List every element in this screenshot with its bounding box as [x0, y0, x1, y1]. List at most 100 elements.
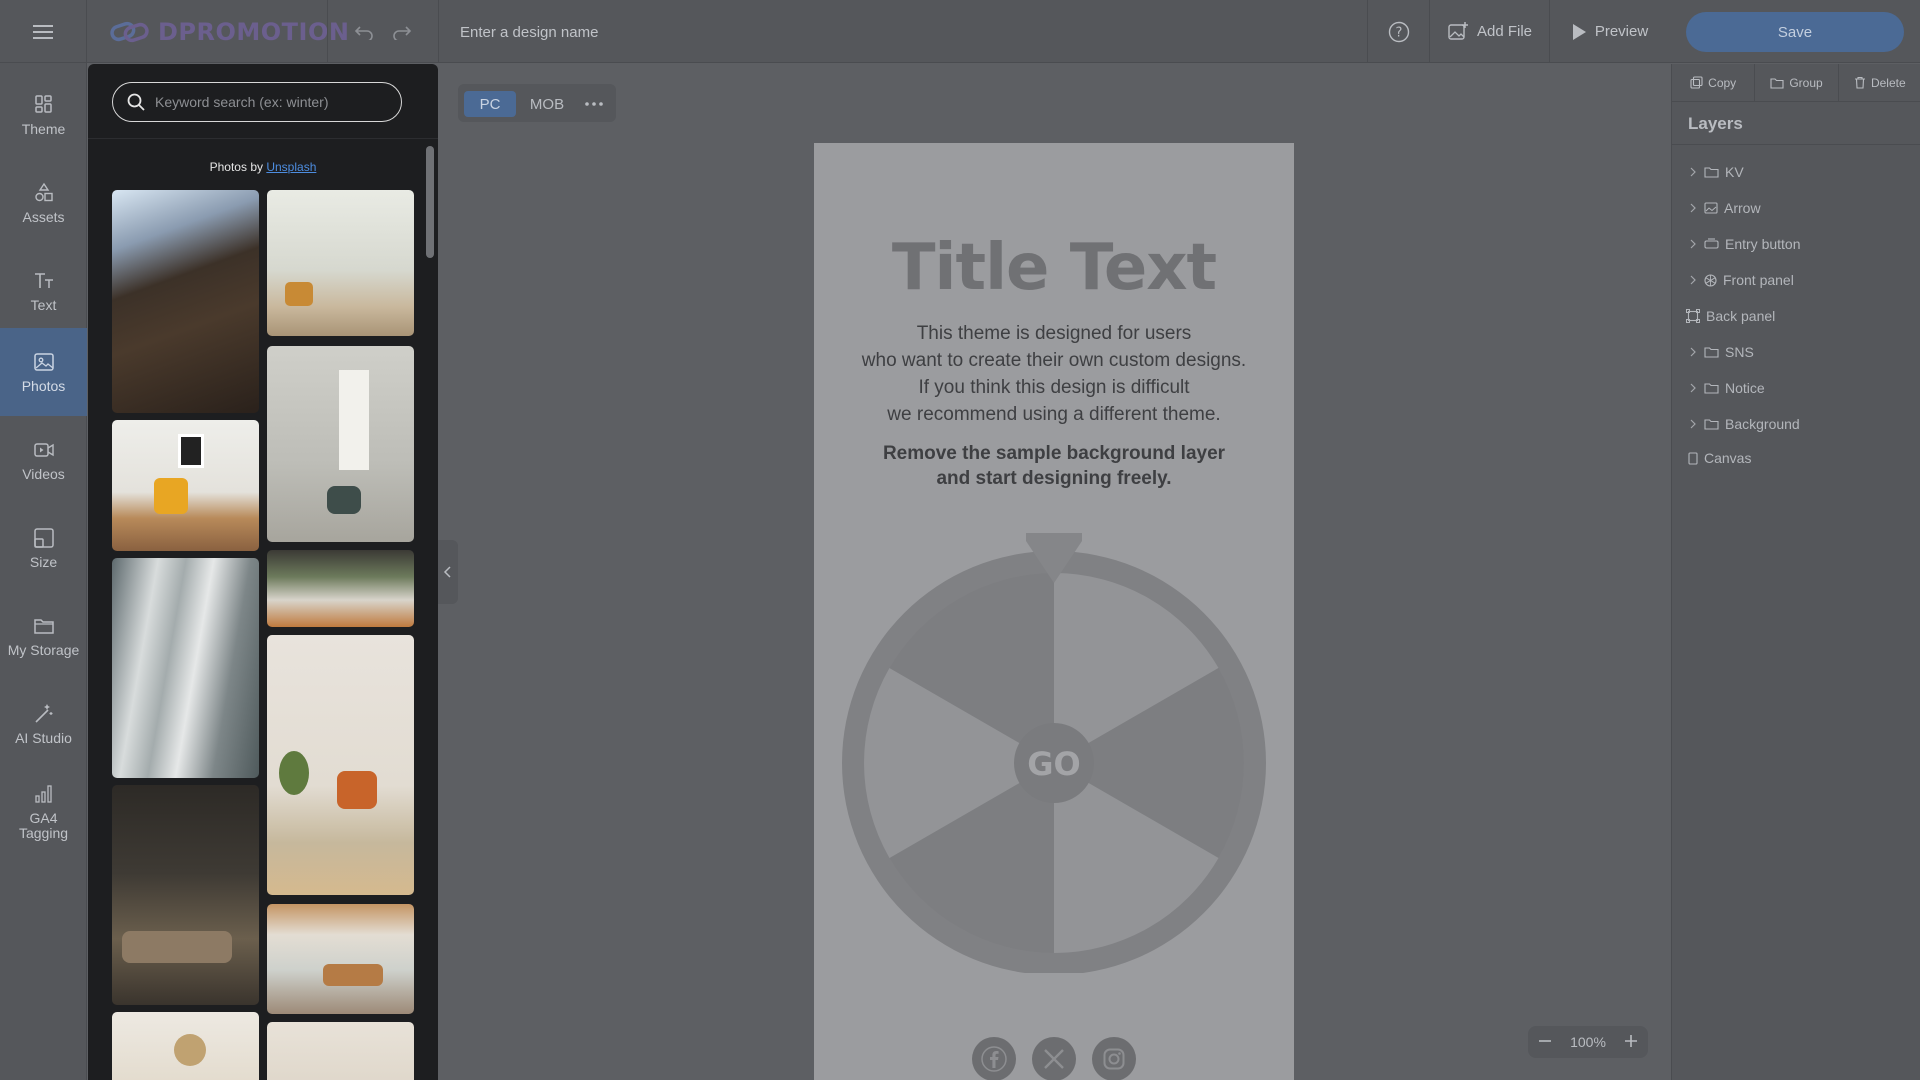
photos-panel: Photos by Unsplash: [88, 64, 438, 1080]
redo-icon: [393, 26, 412, 40]
photo-thumbnail[interactable]: [112, 785, 259, 1005]
logo-icon: [110, 21, 149, 42]
chevron-right-icon[interactable]: [1688, 167, 1698, 177]
design-canvas[interactable]: Title Text This theme is designed for us…: [814, 143, 1294, 1080]
photo-thumbnail[interactable]: [112, 558, 259, 778]
plant: [279, 751, 309, 795]
add-file-label: Add File: [1476, 23, 1533, 40]
canvas-title[interactable]: Title Text: [814, 231, 1294, 305]
bar-chart-icon: [34, 785, 52, 803]
layer-item-arrow[interactable]: Arrow: [1688, 196, 1761, 220]
redo-button[interactable]: [388, 18, 416, 46]
help-button[interactable]: ?: [1367, 0, 1429, 63]
nav-item-assets[interactable]: Assets: [0, 159, 87, 247]
photo-thumbnail[interactable]: [267, 1022, 414, 1080]
photo-thumbnail[interactable]: [267, 346, 414, 542]
delete-button[interactable]: Delete: [1839, 64, 1920, 101]
copy-button[interactable]: Copy: [1672, 64, 1756, 101]
layer-item-front-panel[interactable]: Front panel: [1688, 268, 1794, 292]
chevron-right-icon[interactable]: [1688, 383, 1698, 393]
save-button[interactable]: Save: [1686, 12, 1904, 52]
preview-button[interactable]: Preview: [1549, 0, 1669, 63]
undo-button[interactable]: [350, 18, 378, 46]
layer-label: Canvas: [1704, 450, 1752, 466]
divider: [88, 138, 438, 139]
collapse-panel-button[interactable]: [438, 540, 458, 604]
photo-thumbnail[interactable]: [267, 190, 414, 336]
layer-item-notice[interactable]: Notice: [1688, 376, 1765, 400]
photo-thumbnail[interactable]: [267, 635, 414, 895]
canvas-bold-text[interactable]: Remove the sample background layer and s…: [814, 441, 1294, 491]
nav-item-my-storage[interactable]: My Storage: [0, 592, 87, 680]
nav-label: Photos: [21, 377, 66, 394]
doorway: [339, 370, 369, 470]
nav-item-size[interactable]: Size: [0, 504, 87, 592]
brand-logo[interactable]: DPROMOTION: [110, 0, 349, 63]
photo-thumbnail[interactable]: [267, 550, 414, 627]
zoom-in-button[interactable]: [1624, 1034, 1638, 1051]
nav-item-photos[interactable]: Photos: [0, 328, 87, 416]
unsplash-link[interactable]: Unsplash: [266, 160, 316, 174]
layer-item-sns[interactable]: SNS: [1688, 340, 1754, 364]
page-icon: [1688, 451, 1698, 465]
chevron-right-icon[interactable]: [1688, 203, 1698, 213]
folder-icon: [1704, 167, 1719, 178]
search-input[interactable]: [155, 94, 375, 110]
chevron-right-icon[interactable]: [1688, 239, 1698, 249]
nav-label: Theme: [21, 120, 66, 137]
folder-icon: [1704, 347, 1719, 358]
nav-item-theme[interactable]: Theme: [0, 71, 87, 159]
chevron-right-icon[interactable]: [1688, 419, 1698, 429]
wheel-icon: [1704, 273, 1717, 287]
layer-item-entry-button[interactable]: Entry button: [1688, 232, 1801, 256]
chair: [154, 478, 188, 514]
more-options-button[interactable]: [580, 91, 608, 117]
photo-thumbnail[interactable]: [112, 420, 259, 551]
add-file-button[interactable]: Add File: [1429, 0, 1549, 63]
video-icon: [33, 442, 54, 457]
canvas-description[interactable]: This theme is designed for users who wan…: [814, 320, 1294, 428]
layer-item-back-panel[interactable]: Back panel: [1686, 304, 1775, 328]
pc-view-button[interactable]: PC: [464, 91, 516, 117]
x-twitter-icon[interactable]: [1032, 1037, 1076, 1080]
scrollbar[interactable]: [426, 146, 434, 258]
nav-label: AI Studio: [15, 729, 72, 746]
desc-line: who want to create their own custom desi…: [861, 350, 1247, 371]
photo-thumbnail[interactable]: [112, 190, 259, 413]
facebook-icon[interactable]: [972, 1037, 1016, 1080]
menu-button[interactable]: [0, 0, 87, 63]
zoom-out-button[interactable]: [1538, 1034, 1552, 1051]
design-name-input[interactable]: [460, 18, 960, 46]
chevron-right-icon[interactable]: [1688, 347, 1698, 357]
photo-search[interactable]: [112, 82, 402, 122]
sns-icons: [814, 1037, 1294, 1080]
nav-label: Videos: [22, 465, 65, 482]
credit-prefix: Photos by: [209, 160, 263, 174]
instagram-icon[interactable]: [1092, 1037, 1136, 1080]
preview-label: Preview: [1594, 23, 1649, 40]
layer-actions: Copy Group Delete: [1672, 64, 1920, 102]
chevron-right-icon[interactable]: [1688, 275, 1698, 285]
photo-thumbnail[interactable]: [112, 1012, 259, 1080]
layer-item-kv[interactable]: KV: [1688, 160, 1744, 184]
chair: [327, 486, 361, 514]
trash-icon: [1854, 76, 1865, 89]
group-button[interactable]: Group: [1755, 64, 1839, 101]
nav-label: Size: [29, 553, 58, 570]
layer-label: Entry button: [1725, 236, 1801, 252]
nav-item-ai-studio[interactable]: AI Studio: [0, 680, 87, 768]
layer-item-background[interactable]: Background: [1688, 412, 1800, 436]
frame-icon: [1686, 309, 1700, 323]
mobile-view-button[interactable]: MOB: [522, 91, 572, 117]
nav-item-text[interactable]: Text: [0, 247, 87, 335]
layer-item-canvas[interactable]: Canvas: [1688, 446, 1751, 470]
copy-label: Copy: [1708, 75, 1737, 90]
roulette-wheel[interactable]: GO: [840, 533, 1268, 973]
photo-thumbnail[interactable]: [267, 904, 414, 1014]
mirror: [174, 1034, 206, 1066]
brand-name: DPROMOTION: [158, 17, 350, 46]
delete-label: Delete: [1870, 75, 1906, 90]
nav-item-videos[interactable]: Videos: [0, 416, 87, 504]
layers-title: Layers: [1688, 114, 1743, 133]
nav-item-ga4-tagging[interactable]: GA4 Tagging: [0, 768, 87, 856]
